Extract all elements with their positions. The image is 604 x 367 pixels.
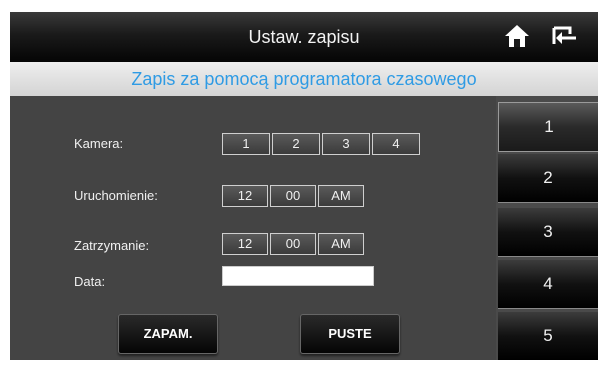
camera-option-4[interactable]: 4 (372, 133, 420, 155)
stop-period-field[interactable]: AM (318, 233, 364, 255)
camera-label: Kamera: (74, 136, 124, 151)
stop-minute-field[interactable]: 00 (270, 233, 316, 255)
save-button[interactable]: ZAPAM. (118, 314, 218, 354)
camera-option-1[interactable]: 1 (222, 133, 270, 155)
stop-hour-field[interactable]: 12 (222, 233, 268, 255)
start-label: Uruchomienie: (74, 188, 158, 203)
start-time: 12 00 AM (222, 185, 366, 207)
start-minute-field[interactable]: 00 (270, 185, 316, 207)
sidebar-item-3[interactable]: 3 (498, 208, 598, 257)
date-field[interactable] (222, 266, 374, 286)
camera-option-3[interactable]: 3 (322, 133, 370, 155)
stop-time: 12 00 AM (222, 233, 366, 255)
sidebar-item-5[interactable]: 5 (498, 312, 598, 360)
start-period-field[interactable]: AM (318, 185, 364, 207)
stop-label: Zatrzymanie: (74, 238, 150, 253)
camera-option-2[interactable]: 2 (272, 133, 320, 155)
start-hour-field[interactable]: 12 (222, 185, 268, 207)
home-icon[interactable] (504, 24, 530, 48)
back-icon[interactable] (550, 24, 578, 48)
sidebar-item-1[interactable]: 1 (498, 102, 598, 152)
sidebar-item-4[interactable]: 4 (498, 260, 598, 309)
subtitle: Zapis za pomocą programatora czasowego (131, 69, 477, 89)
sidebar-item-2[interactable]: 2 (498, 154, 598, 203)
camera-selector: 1 2 3 4 (222, 133, 422, 155)
subtitle-bar: Zapis za pomocą programatora czasowego (10, 62, 598, 96)
title-bar: Ustaw. zapisu (10, 12, 598, 62)
form-panel: Kamera: 1 2 3 4 Uruchomienie: 12 00 AM Z… (10, 96, 496, 360)
date-label: Data: (74, 274, 106, 289)
sidebar: 1 2 3 4 5 (496, 96, 598, 360)
clear-button[interactable]: PUSTE (300, 314, 400, 354)
record-settings-screen: Ustaw. zapisu Zapis za pomocą programato… (10, 12, 598, 360)
